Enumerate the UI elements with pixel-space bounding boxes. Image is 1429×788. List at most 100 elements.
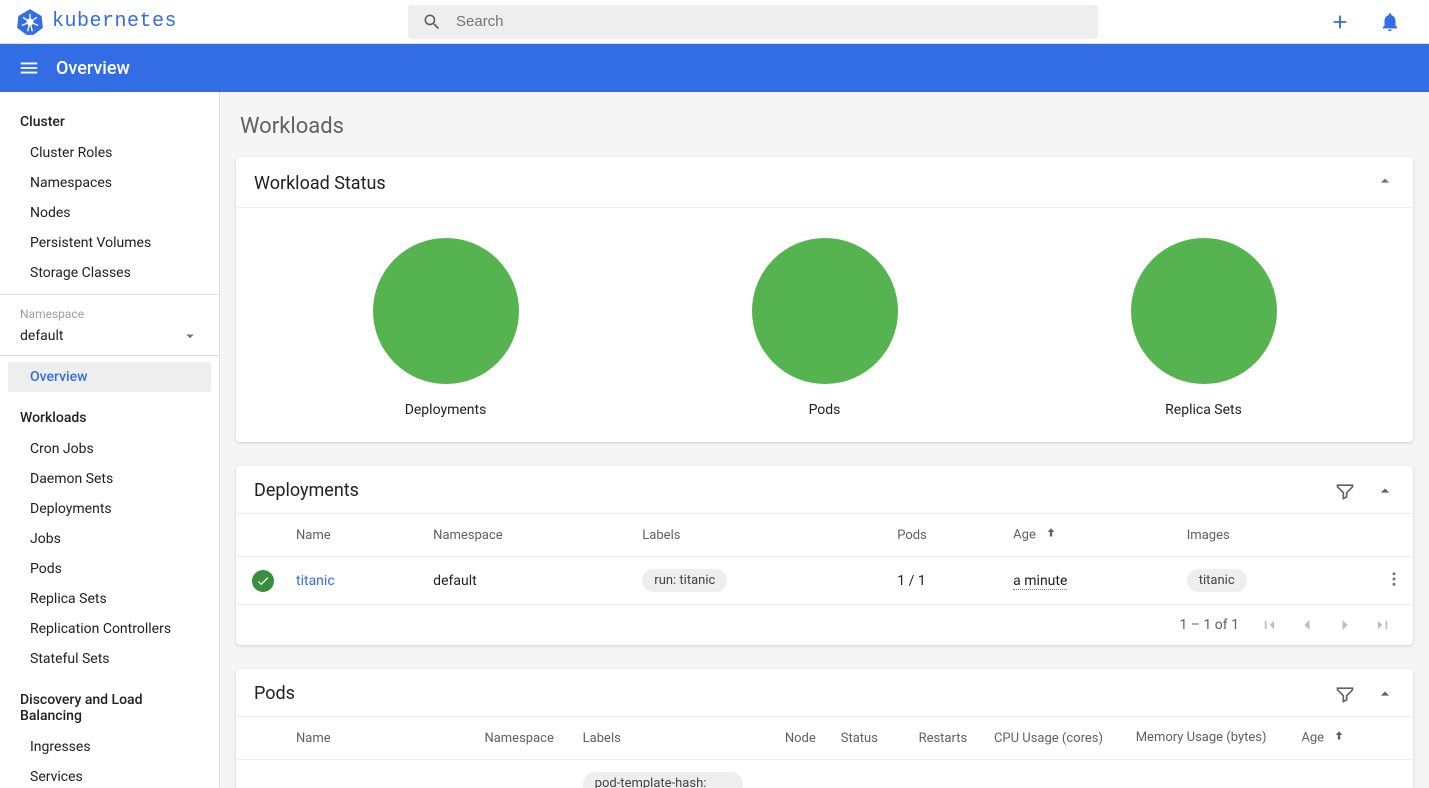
- pager-first[interactable]: [1259, 615, 1279, 635]
- col-labels[interactable]: Labels: [573, 717, 775, 760]
- collapse-button[interactable]: [1375, 171, 1395, 195]
- cell-cpu: -: [984, 760, 1126, 788]
- status-circle-icon: [1131, 238, 1277, 384]
- sidebar-item-stateful-sets[interactable]: Stateful Sets: [0, 644, 219, 674]
- search-input[interactable]: [456, 13, 1084, 30]
- pager-info: 1 – 1 of 1: [1179, 617, 1239, 633]
- bell-icon[interactable]: [1379, 11, 1401, 33]
- cell-status: Running: [831, 760, 909, 788]
- col-restarts[interactable]: Restarts: [909, 717, 984, 760]
- sidebar-group-cluster[interactable]: Cluster: [0, 106, 219, 138]
- sidebar-item-replication-controllers[interactable]: Replication Controllers: [0, 614, 219, 644]
- col-images[interactable]: Images: [1177, 514, 1373, 557]
- col-age[interactable]: Age: [1003, 514, 1177, 557]
- plus-icon[interactable]: [1329, 11, 1351, 33]
- sidebar-item-daemon-sets[interactable]: Daemon Sets: [0, 464, 219, 494]
- pager-prev[interactable]: [1297, 615, 1317, 635]
- cell-namespace: default: [423, 557, 632, 605]
- cell-restarts: 0: [909, 760, 984, 788]
- sidebar-item-deployments[interactable]: Deployments: [0, 494, 219, 524]
- status-replica-sets: Replica Sets: [1131, 238, 1277, 418]
- sidebar-item-pods[interactable]: Pods: [0, 554, 219, 584]
- sidebar-group-discovery[interactable]: Discovery and Load Balancing: [0, 684, 219, 732]
- col-cpu[interactable]: CPU Usage (cores): [984, 717, 1126, 760]
- page-title: Workloads: [240, 114, 1413, 139]
- sidebar: Cluster Cluster Roles Namespaces Nodes P…: [0, 92, 220, 788]
- chevron-right-icon: [1335, 615, 1355, 635]
- sidebar-item-cron-jobs[interactable]: Cron Jobs: [0, 434, 219, 464]
- sidebar-item-namespaces[interactable]: Namespaces: [0, 168, 219, 198]
- deployment-name-link[interactable]: titanic: [296, 573, 335, 589]
- sidebar-item-storage-classes[interactable]: Storage Classes: [0, 258, 219, 288]
- menu-icon[interactable]: [18, 57, 40, 79]
- namespace-label: Namespace: [0, 301, 219, 323]
- first-page-icon: [1259, 615, 1279, 635]
- search-box[interactable]: [408, 5, 1098, 39]
- kubernetes-logo-icon: [16, 8, 44, 36]
- sidebar-item-services[interactable]: Services: [0, 762, 219, 788]
- col-name[interactable]: Name: [286, 514, 423, 557]
- col-namespace[interactable]: Namespace: [423, 514, 632, 557]
- page-breadcrumb: Overview: [56, 58, 130, 79]
- status-circle-icon: [752, 238, 898, 384]
- sidebar-item-nodes[interactable]: Nodes: [0, 198, 219, 228]
- pods-table: Name Namespace Labels Node Status Restar…: [236, 717, 1413, 788]
- table-row: titanic-6d8f58fc8b-9j8kx default pod-tem…: [236, 760, 1413, 788]
- cell-pods: 1 / 1: [887, 557, 1003, 605]
- topbar: kubernetes: [0, 0, 1429, 44]
- deployments-card: Deployments Name Namespace Labels Pods A…: [236, 466, 1413, 645]
- chevron-up-icon[interactable]: [1375, 684, 1395, 704]
- col-age[interactable]: Age: [1291, 717, 1373, 760]
- col-name[interactable]: Name: [286, 717, 474, 760]
- pager-last[interactable]: [1373, 615, 1393, 635]
- status-label: Pods: [809, 402, 841, 418]
- status-label: Replica Sets: [1165, 402, 1242, 418]
- main-content: Workloads Workload Status Deployments Po…: [220, 92, 1429, 788]
- sidebar-item-replica-sets[interactable]: Replica Sets: [0, 584, 219, 614]
- image-chip: titanic: [1187, 569, 1247, 592]
- workload-status-card: Workload Status Deployments Pods Replica…: [236, 157, 1413, 442]
- sidebar-item-cluster-roles[interactable]: Cluster Roles: [0, 138, 219, 168]
- cell-node: m01: [775, 760, 831, 788]
- sidebar-item-jobs[interactable]: Jobs: [0, 524, 219, 554]
- filter-icon[interactable]: [1335, 684, 1355, 704]
- last-page-icon: [1373, 615, 1393, 635]
- col-memory[interactable]: Memory Usage (bytes): [1126, 717, 1292, 760]
- status-pods: Pods: [752, 238, 898, 418]
- breadcrumb-bar: Overview: [0, 44, 1429, 92]
- sidebar-group-workloads[interactable]: Workloads: [0, 402, 219, 434]
- sidebar-item-ingresses[interactable]: Ingresses: [0, 732, 219, 762]
- col-labels[interactable]: Labels: [632, 514, 887, 557]
- status-deployments: Deployments: [373, 238, 519, 418]
- status-label: Deployments: [405, 402, 487, 418]
- arrow-up-icon: [1332, 729, 1346, 743]
- label-chip: pod-template-hash: 6d8f58fc8b: [583, 772, 743, 788]
- chevron-up-icon[interactable]: [1375, 481, 1395, 501]
- arrow-up-icon: [1044, 526, 1058, 540]
- label-chip: run: titanic: [642, 569, 727, 592]
- col-node[interactable]: Node: [775, 717, 831, 760]
- deployments-title: Deployments: [254, 480, 359, 501]
- pager-next[interactable]: [1335, 615, 1355, 635]
- deployments-table: Name Namespace Labels Pods Age Images ti…: [236, 514, 1413, 604]
- filter-icon[interactable]: [1335, 481, 1355, 501]
- chevron-down-icon: [181, 327, 199, 345]
- search-icon: [422, 12, 442, 32]
- sidebar-item-persistent-volumes[interactable]: Persistent Volumes: [0, 228, 219, 258]
- col-status[interactable]: Status: [831, 717, 909, 760]
- sidebar-item-overview[interactable]: Overview: [8, 362, 211, 392]
- kebab-icon[interactable]: [1385, 570, 1403, 588]
- success-icon: [252, 570, 274, 592]
- deployments-pager: 1 – 1 of 1: [236, 604, 1413, 645]
- chevron-left-icon: [1297, 615, 1317, 635]
- brand-text: kubernetes: [52, 10, 177, 33]
- status-card-title: Workload Status: [254, 173, 386, 194]
- cell-memory: -: [1126, 760, 1292, 788]
- table-row: titanic default run: titanic 1 / 1 a min…: [236, 557, 1413, 605]
- namespace-select[interactable]: default: [0, 323, 219, 356]
- chevron-up-icon: [1375, 171, 1395, 191]
- logo[interactable]: kubernetes: [16, 8, 216, 36]
- status-circle-icon: [373, 238, 519, 384]
- col-namespace[interactable]: Namespace: [474, 717, 572, 760]
- col-pods[interactable]: Pods: [887, 514, 1003, 557]
